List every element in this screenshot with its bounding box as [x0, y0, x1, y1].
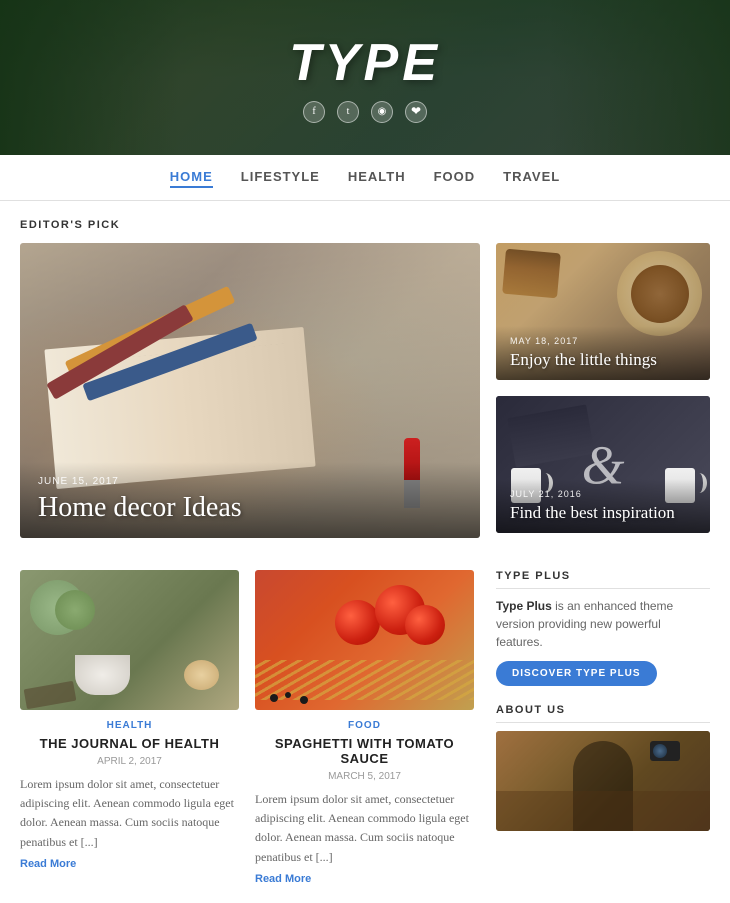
article-health-category: HEALTH [20, 720, 239, 731]
tomato-3 [405, 605, 445, 645]
nav-lifestyle[interactable]: LIFESTYLE [241, 167, 320, 188]
bottom-content-area: HEALTH THE JOURNAL OF HEALTH APRIL 2, 20… [20, 554, 710, 885]
instagram-icon[interactable]: ◉ [371, 101, 393, 123]
article-food-date: MARCH 5, 2017 [255, 771, 474, 782]
main-nav: HOME LIFESTYLE HEALTH FOOD TRAVEL [0, 155, 730, 201]
type-plus-description: Type Plus is an enhanced theme version p… [496, 597, 710, 651]
article-health-excerpt: Lorem ipsum dolor sit amet, consectetuer… [20, 775, 239, 852]
pinterest-icon[interactable]: ❤ [405, 101, 427, 123]
right-sidebar: TYPE PLUS Type Plus is an enhanced theme… [496, 554, 710, 885]
side-card-2-date: JULY 21, 2016 [510, 489, 696, 499]
articles-grid: HEALTH THE JOURNAL OF HEALTH APRIL 2, 20… [20, 554, 480, 885]
article-food-category: FOOD [255, 720, 474, 731]
top-content-area: JUNE 15, 2017 Home decor Ideas [20, 243, 710, 554]
type-plus-label: TYPE PLUS [496, 570, 710, 589]
side-card-2[interactable]: & JULY 21, 2016 Find the best inspiratio… [496, 396, 710, 533]
nav-travel[interactable]: TRAVEL [503, 167, 560, 188]
article-food-read-more[interactable]: Read More [255, 873, 474, 885]
side-cards-column: MAY 18, 2017 Enjoy the little things & J… [496, 243, 710, 554]
main-content: EDITOR'S PICK JUNE 15, 2017 Home decor I… [0, 201, 730, 903]
food-thumb-bg [255, 570, 474, 710]
article-health-title: THE JOURNAL OF HEALTH [20, 736, 239, 751]
about-us-section: ABOUT US [496, 704, 710, 831]
featured-post-column: JUNE 15, 2017 Home decor Ideas [20, 243, 480, 554]
type-plus-section: TYPE PLUS Type Plus is an enhanced theme… [496, 570, 710, 686]
twitter-icon[interactable]: t [337, 101, 359, 123]
article-health[interactable]: HEALTH THE JOURNAL OF HEALTH APRIL 2, 20… [20, 570, 239, 885]
side-card-2-overlay: JULY 21, 2016 Find the best inspiration [496, 479, 710, 533]
health-thumb-bg [20, 570, 239, 710]
discover-type-plus-button[interactable]: DISCOVER TYPE PLUS [496, 661, 657, 686]
about-us-label: ABOUT US [496, 704, 710, 723]
editors-pick-label: EDITOR'S PICK [20, 219, 710, 231]
featured-overlay: JUNE 15, 2017 Home decor Ideas [20, 462, 480, 538]
article-health-date: APRIL 2, 2017 [20, 756, 239, 767]
featured-post-date: JUNE 15, 2017 [38, 476, 462, 487]
article-food-excerpt: Lorem ipsum dolor sit amet, consectetuer… [255, 790, 474, 867]
article-food-thumb [255, 570, 474, 710]
nav-health[interactable]: HEALTH [348, 167, 406, 188]
article-food-title: SPAGHETTI WITH TOMATO SAUCE [255, 736, 474, 766]
side-card-2-title: Find the best inspiration [510, 503, 696, 523]
side-card-1-title: Enjoy the little things [510, 350, 696, 370]
social-icons-bar: f t ◉ ❤ [303, 101, 427, 123]
article-food[interactable]: FOOD SPAGHETTI WITH TOMATO SAUCE MARCH 5… [255, 570, 474, 885]
site-logo[interactable]: TYPE [289, 33, 441, 93]
side-card-1[interactable]: MAY 18, 2017 Enjoy the little things [496, 243, 710, 380]
about-thumb [496, 731, 710, 831]
article-health-read-more[interactable]: Read More [20, 858, 239, 870]
camera-shape [650, 741, 680, 761]
nav-home[interactable]: HOME [170, 167, 213, 188]
facebook-icon[interactable]: f [303, 101, 325, 123]
featured-post-title: Home decor Ideas [38, 492, 462, 524]
side-card-1-date: MAY 18, 2017 [510, 336, 696, 346]
nav-food[interactable]: FOOD [434, 167, 476, 188]
tomato-1 [335, 600, 380, 645]
site-header: TYPE f t ◉ ❤ [0, 0, 730, 155]
type-plus-highlight: Type Plus [496, 599, 552, 613]
article-health-thumb [20, 570, 239, 710]
side-card-1-overlay: MAY 18, 2017 Enjoy the little things [496, 326, 710, 380]
camera-lens [653, 744, 667, 758]
featured-post[interactable]: JUNE 15, 2017 Home decor Ideas [20, 243, 480, 538]
